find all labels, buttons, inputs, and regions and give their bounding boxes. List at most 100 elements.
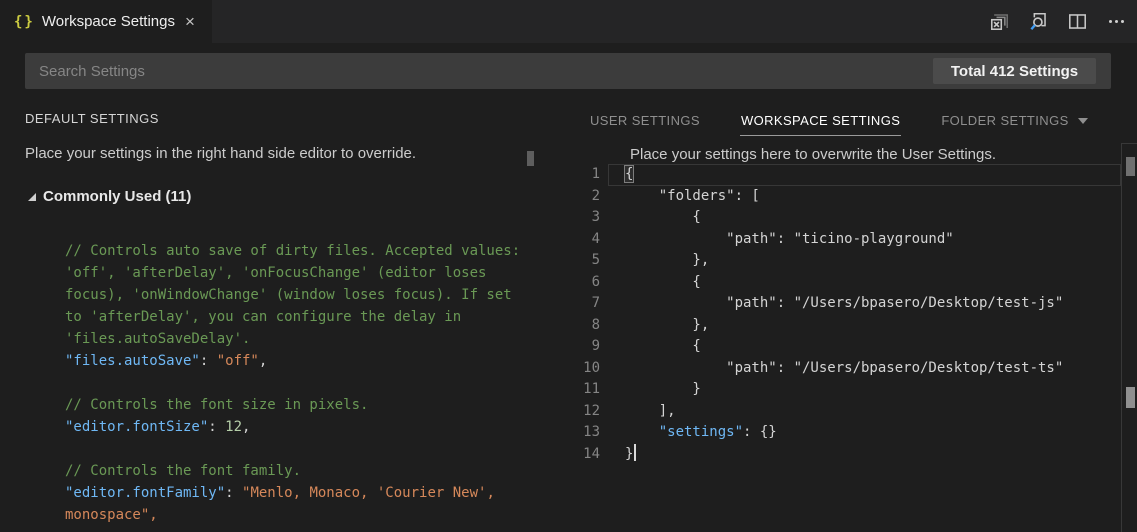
code-segment: 12 [225, 419, 242, 435]
settings-scope-tabs: USER SETTINGS WORKSPACE SETTINGS FOLDER … [590, 113, 1088, 128]
code-line: monospace", [0, 504, 540, 526]
line-number: 13 [553, 422, 600, 444]
workspace-settings-json-editor[interactable]: 1{2 "folders": [3 {4 "path": "ticino-pla… [553, 164, 1137, 532]
code-line: // Controls the font family. [0, 460, 540, 482]
tab-folder-settings-label: FOLDER SETTINGS [941, 113, 1068, 128]
tab-workspace-settings[interactable]: {} Workspace Settings × [0, 0, 212, 43]
code-line: // Controls the font size in pixels. [0, 394, 540, 416]
code-segment: "files.autoSave" [65, 353, 200, 369]
line-number: 7 [553, 293, 600, 315]
code-segment: ], [625, 403, 676, 419]
open-preview-icon[interactable] [989, 12, 1009, 32]
code-line: 1{ [553, 164, 1137, 186]
code-line: 3 { [553, 207, 1137, 229]
scrollbar-top-border [1121, 143, 1137, 144]
code-line [0, 438, 540, 460]
code-segment: "editor.fontSize" [65, 419, 208, 435]
code-segment: "editor.fontFamily" [65, 485, 225, 501]
code-segment: }, [625, 252, 709, 268]
search-settings-icon[interactable] [1028, 12, 1048, 32]
line-number: 5 [553, 250, 600, 272]
code-text: "editor.fontFamily": "Menlo, Monaco, 'Co… [65, 485, 495, 501]
close-icon[interactable]: × [185, 13, 195, 30]
line-number: 9 [553, 336, 600, 358]
code-text: { [625, 209, 701, 225]
tab-folder-settings[interactable]: FOLDER SETTINGS [941, 113, 1087, 128]
code-line [0, 372, 540, 394]
code-text: { [625, 274, 701, 290]
code-text: } [625, 446, 636, 462]
code-line: 9 { [553, 336, 1137, 358]
code-text: "path": "ticino-playground" [625, 231, 954, 247]
code-segment: : [225, 485, 242, 501]
code-text: { [625, 338, 701, 354]
split-editor-icon[interactable] [1067, 12, 1087, 32]
code-segment: // Controls auto save of dirty files. Ac… [65, 243, 520, 259]
code-segment: { [625, 209, 701, 225]
line-number: 11 [553, 379, 600, 401]
default-settings-pane: DEFAULT SETTINGS Place your settings in … [0, 97, 546, 532]
code-line: 4 "path": "ticino-playground" [553, 229, 1137, 251]
code-line: 11 } [553, 379, 1137, 401]
code-text: 'off', 'afterDelay', 'onFocusChange' (ed… [65, 265, 486, 281]
code-segment: focus), 'onWindowChange' (window loses f… [65, 287, 512, 303]
code-segment: monospace", [65, 507, 158, 523]
code-segment: , [259, 353, 267, 369]
code-line: 10 "path": "/Users/bpasero/Desktop/test-… [553, 358, 1137, 380]
code-segment [625, 424, 659, 440]
tab-workspace-settings-scope[interactable]: WORKSPACE SETTINGS [741, 113, 900, 128]
default-settings-code: // Controls auto save of dirty files. Ac… [0, 240, 540, 526]
line-number: 6 [553, 272, 600, 294]
code-line: 8 }, [553, 315, 1137, 337]
code-text: 'files.autoSaveDelay'. [65, 331, 250, 347]
current-line-highlight [608, 164, 1121, 186]
code-text: "folders": [ [625, 188, 760, 204]
code-text: monospace", [65, 507, 158, 523]
code-line: 'files.autoSaveDelay'. [0, 328, 540, 350]
expand-twistie-icon[interactable] [28, 193, 36, 201]
line-number: 8 [553, 315, 600, 337]
chevron-down-icon[interactable] [1078, 118, 1088, 124]
code-segment: 'off', 'afterDelay', 'onFocusChange' (ed… [65, 265, 486, 281]
line-number: 1 [553, 164, 600, 186]
more-actions-icon[interactable] [1106, 12, 1126, 32]
code-segment: : [200, 353, 217, 369]
code-line: 12 ], [553, 401, 1137, 423]
settings-count-badge: Total 412 Settings [933, 58, 1096, 84]
code-segment: "path": "/Users/bpasero/Desktop/test-js" [625, 295, 1063, 311]
code-line: "files.autoSave": "off", [0, 350, 540, 372]
scrollbar-left-border [1121, 143, 1122, 532]
code-segment: } [625, 381, 701, 397]
code-segment: } [625, 446, 633, 462]
default-settings-header: DEFAULT SETTINGS [25, 111, 159, 126]
code-line: // Controls auto save of dirty files. Ac… [0, 240, 540, 262]
workspace-settings-description: Place your settings here to overwrite th… [630, 146, 996, 163]
code-segment: "folders": [ [625, 188, 760, 204]
code-segment: { [625, 338, 701, 354]
tab-user-settings[interactable]: USER SETTINGS [590, 113, 700, 128]
line-number: 10 [553, 358, 600, 380]
code-line: "editor.fontSize": 12, [0, 416, 540, 438]
code-text: "files.autoSave": "off", [65, 353, 267, 369]
code-text: }, [625, 317, 709, 333]
editor-actions [989, 0, 1126, 43]
line-number: 2 [553, 186, 600, 208]
code-text: "path": "/Users/bpasero/Desktop/test-ts" [625, 360, 1063, 376]
line-number: 4 [553, 229, 600, 251]
code-text: }, [625, 252, 709, 268]
json-braces-icon: {} [14, 14, 35, 30]
editor-tab-bar: {} Workspace Settings × [0, 0, 1137, 43]
section-commonly-used[interactable]: Commonly Used (11) [28, 188, 191, 205]
code-text: // Controls the font size in pixels. [65, 397, 368, 413]
code-line: 'off', 'afterDelay', 'onFocusChange' (ed… [0, 262, 540, 284]
left-scrollbar-thumb[interactable] [527, 151, 534, 166]
tab-title: Workspace Settings [42, 13, 175, 30]
workspace-settings-pane: USER SETTINGS WORKSPACE SETTINGS FOLDER … [553, 97, 1137, 532]
code-text: // Controls auto save of dirty files. Ac… [65, 243, 520, 259]
code-segment: { [625, 274, 701, 290]
code-segment: { [625, 166, 633, 182]
code-text: { [625, 166, 633, 182]
right-scrollbar-thumb[interactable] [1126, 157, 1135, 176]
code-segment: to 'afterDelay', you can configure the d… [65, 309, 461, 325]
code-line: 2 "folders": [ [553, 186, 1137, 208]
